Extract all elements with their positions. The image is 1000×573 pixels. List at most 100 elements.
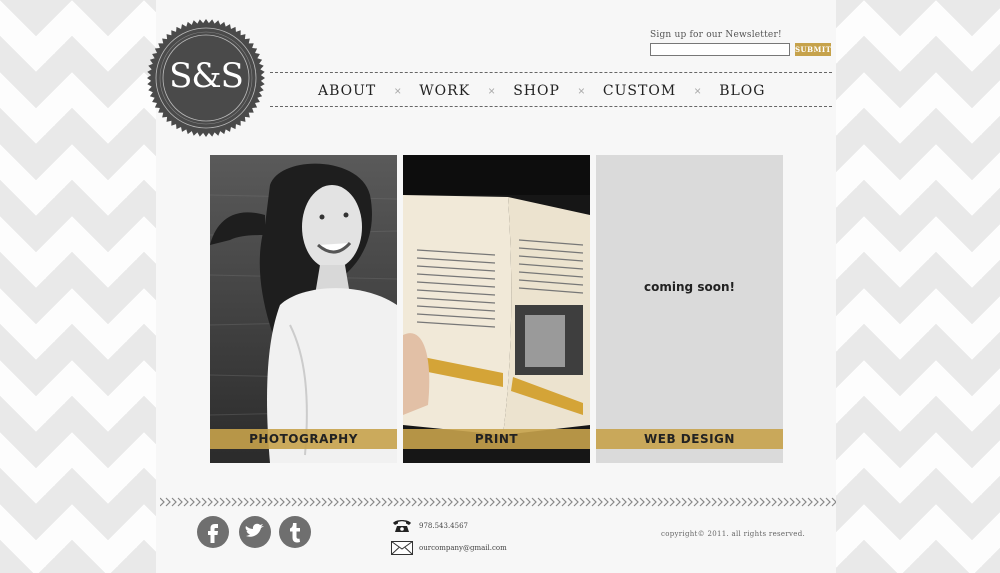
chevron-mark (747, 497, 753, 507)
chevron-mark (669, 497, 675, 507)
chevron-mark (675, 497, 681, 507)
chevron-mark (549, 497, 555, 507)
chevron-mark (573, 497, 579, 507)
chevron-mark (639, 497, 645, 507)
chevron-mark (351, 497, 357, 507)
chevron-mark (555, 497, 561, 507)
chevron-mark (165, 497, 171, 507)
chevron-mark (813, 497, 819, 507)
chevron-mark (160, 497, 165, 507)
nav-divider-top (270, 72, 832, 73)
chevron-mark (321, 497, 327, 507)
chevron-mark (717, 497, 723, 507)
chevron-mark (801, 497, 807, 507)
chevron-mark (831, 497, 836, 507)
chevron-mark (687, 497, 693, 507)
chevron-mark (735, 497, 741, 507)
chevron-mark (411, 497, 417, 507)
chevron-mark (531, 497, 537, 507)
chevron-mark (663, 497, 669, 507)
chevron-mark (795, 497, 801, 507)
copyright-text: copyright© 2011. all rights reserved. (661, 530, 806, 538)
chevron-mark (387, 497, 393, 507)
nav-divider-bottom (270, 106, 832, 107)
nav-item-custom[interactable]: CUSTOM (603, 83, 676, 99)
web-design-tile[interactable]: coming soon! WEB DESIGN (596, 155, 783, 463)
print-tile[interactable]: PRINT (403, 155, 590, 463)
twitter-icon[interactable] (239, 516, 271, 548)
chevron-mark (645, 497, 651, 507)
chevron-mark (183, 497, 189, 507)
print-image (403, 155, 590, 463)
chevron-mark (459, 497, 465, 507)
chevron-mark (783, 497, 789, 507)
nav-item-work[interactable]: WORK (419, 83, 470, 99)
footer-chevron-border (160, 497, 836, 507)
chevron-mark (285, 497, 291, 507)
nav-separator: × (694, 84, 702, 98)
photography-caption: PHOTOGRAPHY (210, 429, 397, 449)
chevron-mark (537, 497, 543, 507)
chevron-mark (435, 497, 441, 507)
newsletter-email-input[interactable] (650, 43, 790, 56)
phone-number: 978.543.4567 (419, 522, 468, 530)
chevron-mark (213, 497, 219, 507)
chevron-mark (447, 497, 453, 507)
chevron-mark (231, 497, 237, 507)
nav-item-shop[interactable]: SHOP (513, 83, 560, 99)
chevron-mark (375, 497, 381, 507)
chevron-mark (597, 497, 603, 507)
chevron-mark (363, 497, 369, 507)
nav-item-about[interactable]: ABOUT (318, 83, 376, 99)
chevron-mark (333, 497, 339, 507)
facebook-icon[interactable] (197, 516, 229, 548)
chevron-mark (171, 497, 177, 507)
chevron-mark (681, 497, 687, 507)
chevron-mark (753, 497, 759, 507)
logo-seal[interactable]: S&S (146, 18, 266, 138)
chevron-mark (483, 497, 489, 507)
chevron-mark (255, 497, 261, 507)
tumblr-icon[interactable] (279, 516, 311, 548)
nav-separator: × (394, 84, 402, 98)
chevron-mark (693, 497, 699, 507)
chevron-mark (633, 497, 639, 507)
chevron-mark (705, 497, 711, 507)
chevron-mark (267, 497, 273, 507)
chevron-mark (441, 497, 447, 507)
chevron-mark (189, 497, 195, 507)
chevron-mark (357, 497, 363, 507)
chevron-mark (279, 497, 285, 507)
chevron-mark (585, 497, 591, 507)
chevron-mark (297, 497, 303, 507)
chevron-mark (393, 497, 399, 507)
chevron-mark (309, 497, 315, 507)
photography-image (210, 155, 397, 463)
chevron-mark (345, 497, 351, 507)
nav-item-blog[interactable]: BLOG (719, 83, 765, 99)
chevron-mark (495, 497, 501, 507)
chevron-mark (789, 497, 795, 507)
chevron-mark (243, 497, 249, 507)
newsletter-submit-button[interactable]: SUBMIT (795, 43, 831, 56)
chevron-mark (765, 497, 771, 507)
chevron-mark (417, 497, 423, 507)
chevron-mark (567, 497, 573, 507)
chevron-mark (207, 497, 213, 507)
chevron-mark (591, 497, 597, 507)
chevron-mark (513, 497, 519, 507)
chevron-mark (729, 497, 735, 507)
chevron-mark (657, 497, 663, 507)
email-address[interactable]: ourcompany@gmail.com (419, 544, 507, 552)
chevron-mark (291, 497, 297, 507)
chevron-mark (315, 497, 321, 507)
chevron-mark (501, 497, 507, 507)
chevron-mark (561, 497, 567, 507)
chevron-mark (261, 497, 267, 507)
newsletter-label: Sign up for our Newsletter! (650, 30, 782, 40)
chevron-mark (477, 497, 483, 507)
chevron-mark (489, 497, 495, 507)
photography-tile[interactable]: PHOTOGRAPHY (210, 155, 397, 463)
nav-separator: × (577, 84, 585, 98)
chevron-mark (543, 497, 549, 507)
